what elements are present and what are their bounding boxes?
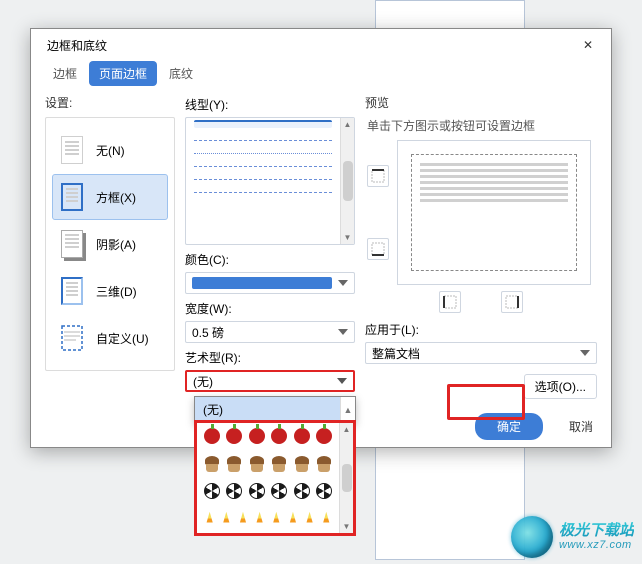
ok-button[interactable]: 确定: [475, 413, 543, 440]
preview-hint: 单击下方图示或按钮可设置边框: [367, 117, 597, 134]
linestyle-list[interactable]: ▲▼: [185, 117, 355, 245]
setting-none-label: 无(N): [96, 142, 125, 159]
dialog-buttons: 确定 取消: [365, 413, 597, 440]
linestyle-dotted[interactable]: [194, 153, 332, 154]
threeD-icon: [58, 274, 86, 308]
box-icon: [58, 180, 86, 214]
close-icon: ✕: [583, 38, 593, 52]
art-option-muffins[interactable]: [197, 451, 339, 479]
art-option-apples[interactable]: [197, 423, 339, 451]
setting-shadow-label: 阴影(A): [96, 236, 136, 253]
setting-box-label: 方框(X): [96, 189, 136, 206]
art-gallery-scrollbar[interactable]: ▲▼: [339, 423, 353, 533]
art-option-candycorn[interactable]: [197, 506, 339, 534]
chevron-down-icon: [580, 350, 590, 356]
width-label: 宽度(W):: [185, 300, 355, 317]
setting-3d-label: 三维(D): [96, 283, 137, 300]
page-preview-inner: [411, 154, 576, 271]
borders-shading-dialog: 边框和底纹 ✕ 边框 页面边框 底纹 设置: 无(N) 方框(X): [30, 28, 612, 448]
art-combo[interactable]: (无): [185, 370, 355, 392]
tab-border[interactable]: 边框: [43, 61, 87, 86]
tab-shading[interactable]: 底纹: [159, 61, 203, 86]
color-swatch: [192, 277, 332, 289]
scroll-up-icon: ▲: [343, 425, 351, 434]
edge-bottom-buttons: [365, 285, 597, 313]
cancel-button[interactable]: 取消: [565, 413, 597, 440]
edge-left-buttons: [365, 140, 391, 285]
custom-icon: [58, 321, 86, 355]
chevron-down-icon: [338, 329, 348, 335]
color-label: 颜色(C):: [185, 251, 355, 268]
options-button[interactable]: 选项(O)...: [524, 374, 597, 399]
setting-custom-label: 自定义(U): [96, 330, 149, 347]
edge-top-button[interactable]: [367, 165, 389, 187]
art-dropdown-scroll-up[interactable]: ▲: [341, 405, 355, 415]
linestyle-scrollbar[interactable]: ▲▼: [340, 118, 354, 244]
preview-label: 预览: [365, 94, 597, 111]
art-gallery-panel: ▲▼: [194, 420, 356, 536]
chevron-down-icon: [338, 280, 348, 286]
tabs: 边框 页面边框 底纹: [31, 61, 611, 94]
dialog-body: 设置: 无(N) 方框(X) 阴影(A) 三维(D): [31, 94, 611, 448]
linestyle-items: [186, 118, 340, 244]
linestyle-label: 线型(Y):: [185, 96, 355, 113]
art-gallery-list: [197, 423, 339, 533]
edge-bottom-button[interactable]: [367, 238, 389, 260]
preview-column: 预览 单击下方图示或按钮可设置边框 应用于(L): 整篇文档: [365, 94, 597, 440]
setting-box[interactable]: 方框(X): [52, 174, 168, 220]
page-preview[interactable]: [397, 140, 591, 285]
art-option-swirls[interactable]: [197, 478, 339, 506]
tab-page-border[interactable]: 页面边框: [89, 61, 157, 86]
settings-label: 设置:: [45, 94, 175, 111]
watermark-cn: 极光下载站: [559, 522, 634, 539]
dialog-title: 边框和底纹: [39, 37, 107, 54]
scroll-down-icon: ▼: [344, 233, 352, 242]
applyto-value: 整篇文档: [372, 345, 420, 362]
watermark-en: www.xz7.com: [559, 539, 634, 552]
settings-column: 设置: 无(N) 方框(X) 阴影(A) 三维(D): [45, 94, 175, 440]
linestyle-dashed1[interactable]: [194, 140, 332, 141]
watermark: 极光下载站 www.xz7.com: [511, 516, 634, 558]
close-button[interactable]: ✕: [573, 31, 603, 59]
width-combo[interactable]: 0.5 磅: [185, 321, 355, 343]
linestyle-dashdot[interactable]: [194, 192, 332, 193]
linestyle-dashed3[interactable]: [194, 179, 332, 180]
titlebar: 边框和底纹 ✕: [31, 29, 611, 61]
setting-none[interactable]: 无(N): [52, 127, 168, 173]
art-dropdown-panel: (无) ▲: [194, 396, 356, 423]
applyto-combo[interactable]: 整篇文档: [365, 342, 597, 364]
chevron-down-icon: [337, 378, 347, 384]
applyto-label: 应用于(L):: [365, 321, 597, 338]
setting-3d[interactable]: 三维(D): [52, 268, 168, 314]
art-label: 艺术型(R):: [185, 349, 355, 366]
linestyle-dashed2[interactable]: [194, 166, 332, 167]
art-option-none[interactable]: (无): [195, 397, 341, 422]
edge-left-button[interactable]: [439, 291, 461, 313]
none-icon: [58, 133, 86, 167]
preview-area: [365, 140, 597, 285]
shadow-icon: [58, 227, 86, 261]
linestyle-solid[interactable]: [194, 120, 332, 128]
watermark-logo-icon: [511, 516, 553, 558]
setting-custom[interactable]: 自定义(U): [52, 315, 168, 361]
scroll-down-icon: ▼: [343, 522, 351, 531]
scroll-up-icon: ▲: [344, 120, 352, 129]
setting-shadow[interactable]: 阴影(A): [52, 221, 168, 267]
settings-list: 无(N) 方框(X) 阴影(A) 三维(D): [45, 117, 175, 371]
center-column: 线型(Y): ▲▼ 颜色(C): 宽度(W): 0.5 磅: [185, 94, 355, 440]
color-combo[interactable]: [185, 272, 355, 294]
edge-right-button[interactable]: [501, 291, 523, 313]
art-value: (无): [193, 373, 213, 390]
width-value: 0.5 磅: [192, 324, 224, 341]
